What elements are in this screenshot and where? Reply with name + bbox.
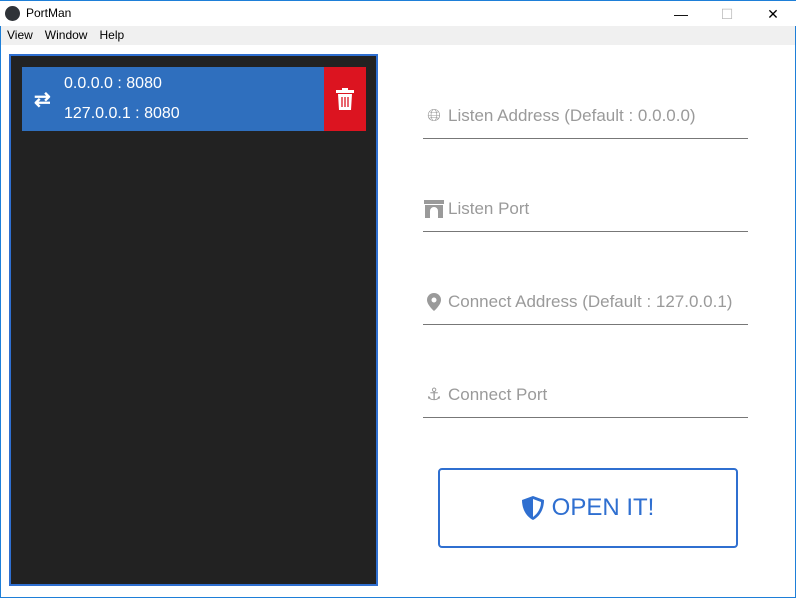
- listen-port-input[interactable]: Listen Port: [423, 187, 748, 232]
- window-title: PortMan: [26, 6, 72, 20]
- open-it-label: OPEN IT!: [551, 494, 655, 521]
- map-marker-icon: [423, 293, 445, 311]
- anchor-icon: ⚓︎: [426, 385, 442, 404]
- open-it-button[interactable]: OPEN IT!: [438, 468, 738, 548]
- listen-address-placeholder: Listen Address (Default : 0.0.0.0): [448, 106, 696, 125]
- menu-window[interactable]: Window: [39, 26, 94, 45]
- listen-address-input[interactable]: 🌐︎ Listen Address (Default : 0.0.0.0): [423, 94, 748, 139]
- shield-icon: [521, 496, 544, 520]
- swap-arrows-icon: ⇄: [34, 89, 51, 111]
- rule-list: ⇄ 0.0.0.0 : 8080 127.0.0.1 : 8080: [9, 54, 378, 586]
- menu-bar: View Window Help: [1, 26, 795, 45]
- menu-help[interactable]: Help: [93, 26, 130, 45]
- connect-address-placeholder: Connect Address (Default : 127.0.0.1): [448, 292, 733, 311]
- app-icon: [5, 6, 20, 21]
- maximize-button[interactable]: ☐: [704, 1, 750, 27]
- delete-button[interactable]: [324, 67, 366, 131]
- connect-port-placeholder: Connect Port: [448, 385, 548, 404]
- close-button[interactable]: ✕: [750, 1, 796, 27]
- rule-listen: 0.0.0.0 : 8080: [64, 75, 162, 92]
- minimize-button[interactable]: —: [658, 1, 704, 27]
- connect-port-input[interactable]: ⚓︎ Connect Port: [423, 373, 748, 418]
- trash-icon: [336, 88, 354, 110]
- rule-item[interactable]: ⇄ 0.0.0.0 : 8080 127.0.0.1 : 8080: [22, 67, 366, 131]
- globe-icon: 🌐︎: [427, 106, 441, 125]
- listen-port-placeholder: Listen Port: [448, 199, 530, 218]
- archway-icon: [423, 200, 445, 218]
- rule-connect: 127.0.0.1 : 8080: [64, 105, 180, 122]
- title-bar: PortMan — ☐ ✕: [0, 0, 796, 26]
- menu-view[interactable]: View: [1, 26, 39, 45]
- connect-address-input[interactable]: Connect Address (Default : 127.0.0.1): [423, 280, 748, 325]
